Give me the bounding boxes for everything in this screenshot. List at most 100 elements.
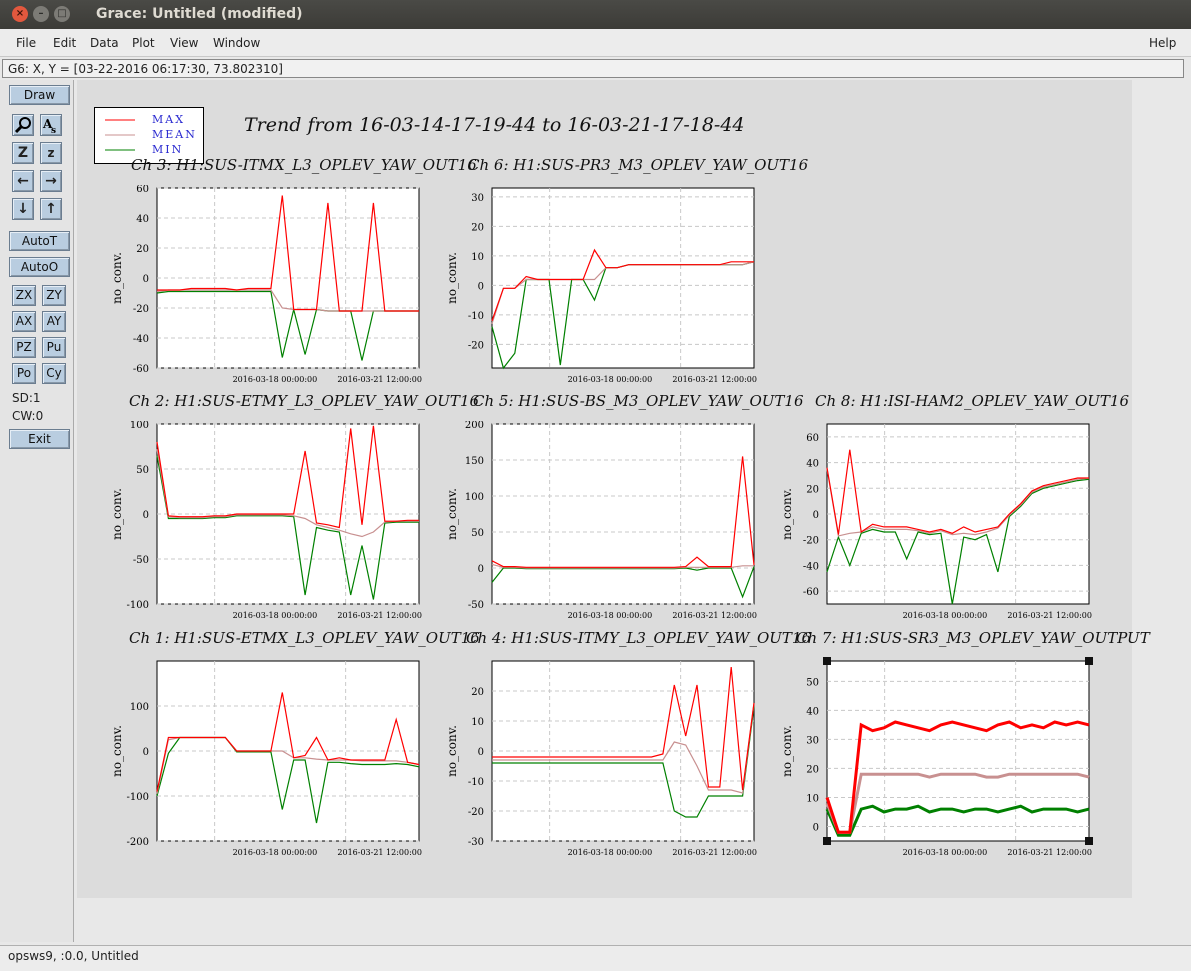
y-tick-label: 40 [136, 214, 149, 225]
y-tick-label: 20 [136, 244, 149, 255]
y-tick-label: 30 [471, 193, 484, 204]
y-tick-label: 40 [806, 459, 819, 470]
y-tick-label: 100 [130, 702, 149, 713]
y-tick-label: -50 [133, 555, 149, 566]
cy-button[interactable]: Cy [42, 363, 66, 384]
ay-button[interactable]: AY [42, 311, 66, 332]
menu-help[interactable]: Help [1149, 36, 1176, 50]
plot-area [826, 660, 1090, 842]
text-tool-icon[interactable]: As [40, 114, 62, 136]
menu-plot[interactable]: Plot [132, 36, 155, 50]
title-bar: × – □ Grace: Untitled (modified) [0, 0, 1191, 29]
chart-ch3[interactable]: 60 40 20 0 -20 -40 -60 2016-03-18 00:00:00 2016-… [105, 185, 450, 385]
zoom-icon[interactable] [12, 114, 34, 136]
sd-label: SD:1 [12, 391, 41, 405]
menu-window[interactable]: Window [213, 36, 260, 50]
svg-text:s: s [51, 126, 56, 135]
pu-button[interactable]: Pu [42, 337, 66, 358]
y-tick-label: -100 [127, 792, 149, 803]
selection-handle[interactable] [1085, 657, 1093, 665]
maximize-window-button[interactable]: □ [54, 6, 70, 22]
legend-mean: MEAN [152, 128, 197, 141]
y-tick-label: 0 [813, 510, 819, 521]
y-tick-label: 40 [806, 706, 819, 717]
y-tick-label: 200 [465, 421, 484, 431]
y-tick-label: 60 [136, 185, 149, 195]
y-axis-label: no_conv. [110, 488, 124, 540]
y-tick-label: -30 [468, 837, 484, 848]
zoom-z-icon[interactable]: Z [12, 142, 34, 164]
exit-button[interactable]: Exit [9, 429, 70, 449]
y-tick-label: 0 [143, 747, 149, 758]
y-tick-label: 10 [471, 252, 484, 263]
chart-title-ch1: Ch 1: H1:SUS-ETMX_L3_OPLEV_YAW_OUT16 [129, 629, 480, 647]
page-title: Trend from 16-03-14-17-19-44 to 16-03-21… [244, 114, 745, 136]
pz-button[interactable]: PZ [12, 337, 36, 358]
menu-file[interactable]: File [16, 36, 36, 50]
locator-bar: G6: X, Y = [03-22-2016 06:17:30, 73.8023… [2, 59, 1184, 78]
selection-handle[interactable] [823, 837, 831, 845]
x-tick-label: 2016-03-18 00:00:00 [568, 848, 653, 857]
chart-ch1[interactable]: 100 0 -100 -200 2016-03-18 00:00:00 2016-03-2… [105, 658, 450, 858]
x-tick-label: 2016-03-18 00:00:00 [233, 848, 318, 857]
close-window-button[interactable]: × [12, 6, 28, 22]
menu-edit[interactable]: Edit [53, 36, 76, 50]
y-axis-label: no_conv. [110, 725, 124, 777]
autoo-button[interactable]: AutoO [9, 257, 70, 277]
y-axis-label: no_conv. [445, 252, 459, 304]
x-tick-label: 2016-03-18 00:00:00 [568, 375, 653, 384]
zx-button[interactable]: ZX [12, 285, 36, 306]
menu-view[interactable]: View [170, 36, 198, 50]
y-tick-label: -100 [127, 600, 149, 611]
y-tick-label: -40 [803, 561, 819, 572]
chart-title-ch2: Ch 2: H1:SUS-ETMY_L3_OPLEV_YAW_OUT16 [129, 392, 480, 410]
y-tick-label: -10 [468, 311, 484, 322]
selection-handle[interactable] [1085, 837, 1093, 845]
selection-handle[interactable] [823, 657, 831, 665]
y-tick-label: 50 [136, 465, 149, 476]
y-tick-label: 0 [478, 564, 484, 575]
tool-panel: Draw As Z z ← → ↓ ↑ AutoT AutoO ZX ZY AX… [0, 80, 74, 942]
arrow-left-icon[interactable]: ← [12, 170, 34, 192]
y-tick-label: 100 [465, 492, 484, 503]
x-tick-label: 2016-03-21 12:00:00 [672, 848, 757, 857]
zy-button[interactable]: ZY [42, 285, 66, 306]
chart-ch8[interactable]: 60 40 20 0 -20 -40 -60 2016-03-18 00:00:00 2016-… [775, 421, 1120, 621]
chart-ch5[interactable]: 200 150 100 50 0 -50 2016-03-18 00:00:00 2016-0… [440, 421, 785, 621]
x-tick-label: 2016-03-21 12:00:00 [1007, 611, 1092, 620]
x-tick-label: 2016-03-18 00:00:00 [568, 611, 653, 620]
arrow-up-icon[interactable]: ↑ [40, 198, 62, 220]
y-tick-label: 0 [478, 747, 484, 758]
ax-button[interactable]: AX [12, 311, 36, 332]
window-title: Grace: Untitled (modified) [96, 6, 303, 22]
status-text: opsws9, :0.0, Untitled [8, 949, 139, 963]
y-axis-label: no_conv. [780, 488, 794, 540]
chart-title-ch7: Ch 7: H1:SUS-SR3_M3_OPLEV_YAW_OUTPUT [796, 629, 1150, 647]
y-axis-label: no_conv. [110, 252, 124, 304]
y-tick-label: -200 [127, 837, 149, 848]
chart-ch7[interactable]: 50 40 30 20 10 0 2016-03-18 00:00:00 2016-03-21… [775, 655, 1120, 858]
y-tick-label: 150 [465, 456, 484, 467]
menu-data[interactable]: Data [90, 36, 119, 50]
chart-ch4[interactable]: 20 10 0 -10 -20 -30 2016-03-18 00:00:00 2016-03… [440, 658, 785, 858]
x-tick-label: 2016-03-18 00:00:00 [233, 611, 318, 620]
y-tick-label: 50 [471, 528, 484, 539]
y-tick-label: 60 [806, 433, 819, 444]
plot-area [156, 660, 420, 842]
y-tick-label: 30 [806, 735, 819, 746]
plot-area [491, 660, 755, 842]
po-button[interactable]: Po [12, 363, 36, 384]
y-tick-label: 0 [478, 281, 484, 292]
arrow-down-icon[interactable]: ↓ [12, 198, 34, 220]
draw-button[interactable]: Draw [9, 85, 70, 105]
chart-ch2[interactable]: 100 50 0 -50 -100 2016-03-18 00:00:00 2016-03-… [105, 421, 450, 621]
minimize-window-button[interactable]: – [33, 6, 49, 22]
arrow-right-icon[interactable]: → [40, 170, 62, 192]
y-tick-label: -20 [468, 340, 484, 351]
x-tick-label: 2016-03-18 00:00:00 [233, 375, 318, 384]
chart-ch6[interactable]: 30 20 10 0 -10 -20 2016-03-18 00:00:00 2016-03-… [440, 185, 785, 385]
x-tick-label: 2016-03-21 12:00:00 [672, 375, 757, 384]
autot-button[interactable]: AutoT [9, 231, 70, 251]
y-tick-label: 0 [813, 822, 819, 833]
zoom-z-small-icon[interactable]: z [40, 142, 62, 164]
